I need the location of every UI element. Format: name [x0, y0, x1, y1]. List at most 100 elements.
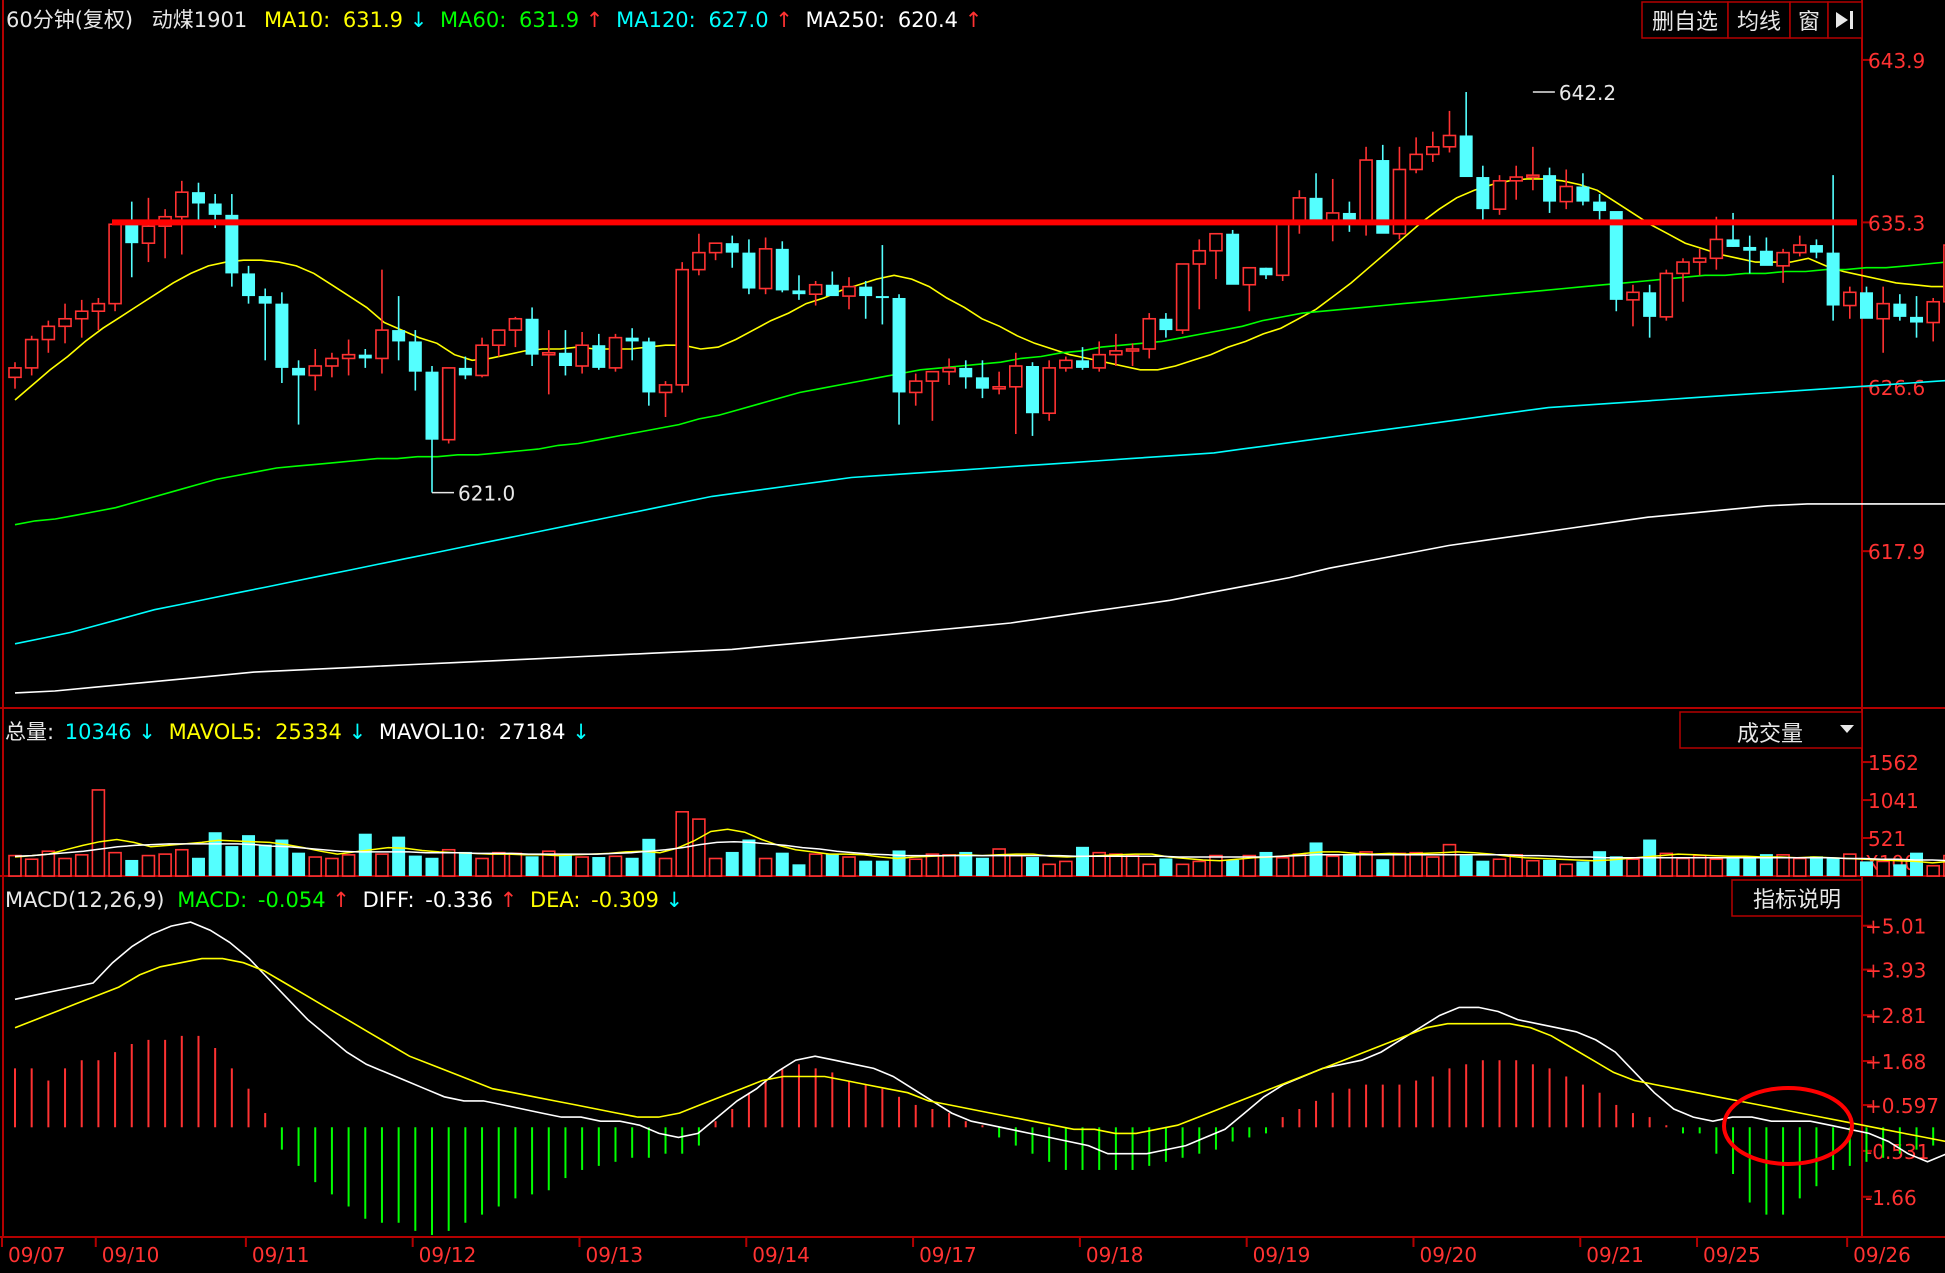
candle-body [775, 248, 789, 291]
candle-body [1526, 174, 1540, 178]
ma10-arrow: ↓ [410, 8, 428, 32]
volume-bar [341, 854, 356, 877]
indicator-help-button[interactable]: 指标说明 [1731, 879, 1863, 917]
candle-body [592, 345, 606, 368]
ma60-label: MA60: [440, 8, 506, 32]
total-volume-value: 10346 [65, 720, 132, 744]
date-label: 09/18 [1086, 1243, 1144, 1267]
indicator-dropdown-label[interactable]: 成交量 [1737, 722, 1803, 747]
candle-body [408, 341, 422, 372]
window-button[interactable]: 窗 [1798, 10, 1820, 35]
candle-body [692, 251, 706, 271]
delete-watch-button[interactable]: 删自选 [1652, 10, 1718, 35]
volume-bar [1559, 863, 1574, 877]
candle-body [1826, 252, 1840, 306]
volume-bar [58, 857, 72, 877]
macd-header: MACD(12,26,9) MACD: -0.054 ↑ DIFF: -0.33… [5, 888, 683, 912]
volume-bar [1309, 842, 1323, 876]
candle-body [1142, 317, 1157, 350]
volume-bar [892, 850, 906, 876]
volume-bar [1008, 854, 1023, 877]
volume-bar [1259, 851, 1273, 876]
volume-bar [358, 833, 372, 876]
candle-body [1242, 266, 1257, 286]
dea-label: DEA: [530, 888, 581, 912]
ma120-arrow: ↑ [775, 8, 793, 32]
macd-tick-label: +2.81 [1865, 1004, 1926, 1028]
volume-bar [1692, 854, 1707, 877]
ma120-label: MA120: [616, 8, 696, 32]
volume-bar [1059, 860, 1073, 877]
indicator-dropdown[interactable]: 成交量 [1679, 711, 1863, 749]
volume-bar [992, 848, 1006, 877]
candle-body [1192, 249, 1207, 265]
candle-body [1643, 292, 1657, 317]
candle-body [175, 191, 189, 218]
volume-bar [408, 855, 422, 876]
volume-bar [708, 857, 723, 877]
ma250-arrow: ↑ [965, 8, 983, 32]
candle-body [908, 380, 923, 394]
candle-body [1876, 302, 1890, 320]
volume-bar [1543, 859, 1557, 876]
candle-body [1926, 300, 1940, 324]
ma-lines-button[interactable]: 均线 [1737, 10, 1781, 35]
volume-bar [158, 853, 172, 877]
candle-body [842, 285, 856, 297]
volume-bar [775, 852, 789, 876]
indicator-help-label[interactable]: 指标说明 [1753, 888, 1841, 913]
volume-bar [1626, 858, 1640, 877]
volume-bar [1025, 857, 1039, 876]
candle-body [58, 317, 72, 328]
candle-body [41, 325, 56, 341]
volume-bar [1910, 852, 1924, 876]
volume-bar [308, 856, 323, 877]
volume-bar [208, 832, 222, 876]
ma10-label: MA10: [264, 8, 330, 32]
volume-bar [792, 864, 806, 876]
mavol5-label: MAVOL5: [169, 720, 263, 744]
candle-body [541, 351, 556, 356]
candle-body [1726, 239, 1740, 247]
volume-bar [1226, 859, 1240, 876]
volume-bar [658, 857, 673, 877]
date-label: 09/10 [102, 1243, 160, 1267]
candle-body [1442, 134, 1457, 148]
volume-tick-label: 1562 [1868, 751, 1919, 775]
date-label: 09/26 [1853, 1243, 1911, 1267]
volume-bar [91, 789, 106, 877]
candle-body [1359, 159, 1373, 226]
date-label: 09/19 [1253, 1243, 1311, 1267]
candle-body [525, 318, 539, 355]
candle-body [1759, 250, 1773, 266]
candle-body [1776, 251, 1790, 267]
volume-bar [1175, 863, 1190, 877]
dea-value: -0.309 [591, 888, 659, 912]
candle-body [441, 367, 456, 441]
volume-bar [392, 836, 406, 876]
candle-body [1259, 267, 1273, 276]
volume-bar [1325, 855, 1340, 877]
date-label: 09/12 [419, 1243, 477, 1267]
candle-body [1692, 257, 1707, 263]
ma10-value: 631.9 [343, 8, 403, 32]
ma250-value: 620.4 [898, 8, 958, 32]
volume-header: 总量: 10346 ↓ MAVOL5: 25334 ↓ MAVOL10: 271… [5, 720, 590, 744]
volume-bar [508, 852, 523, 877]
macd-tick-label: -0.531 [1865, 1140, 1929, 1164]
candle-body [1008, 365, 1023, 388]
candle-body [1059, 359, 1073, 369]
volume-bar [1492, 858, 1507, 877]
candle-body [975, 377, 989, 389]
candle-body [375, 329, 389, 360]
date-label: 09/17 [919, 1243, 977, 1267]
volume-bar [1743, 858, 1757, 876]
candle-body [1175, 263, 1190, 331]
candle-body [558, 352, 572, 366]
candle-body [1576, 186, 1590, 202]
candle-body [925, 370, 940, 382]
volume-bar [1526, 859, 1540, 877]
date-label: 09/25 [1703, 1243, 1761, 1267]
volume-bar [491, 851, 506, 877]
candle-body [1676, 261, 1690, 275]
